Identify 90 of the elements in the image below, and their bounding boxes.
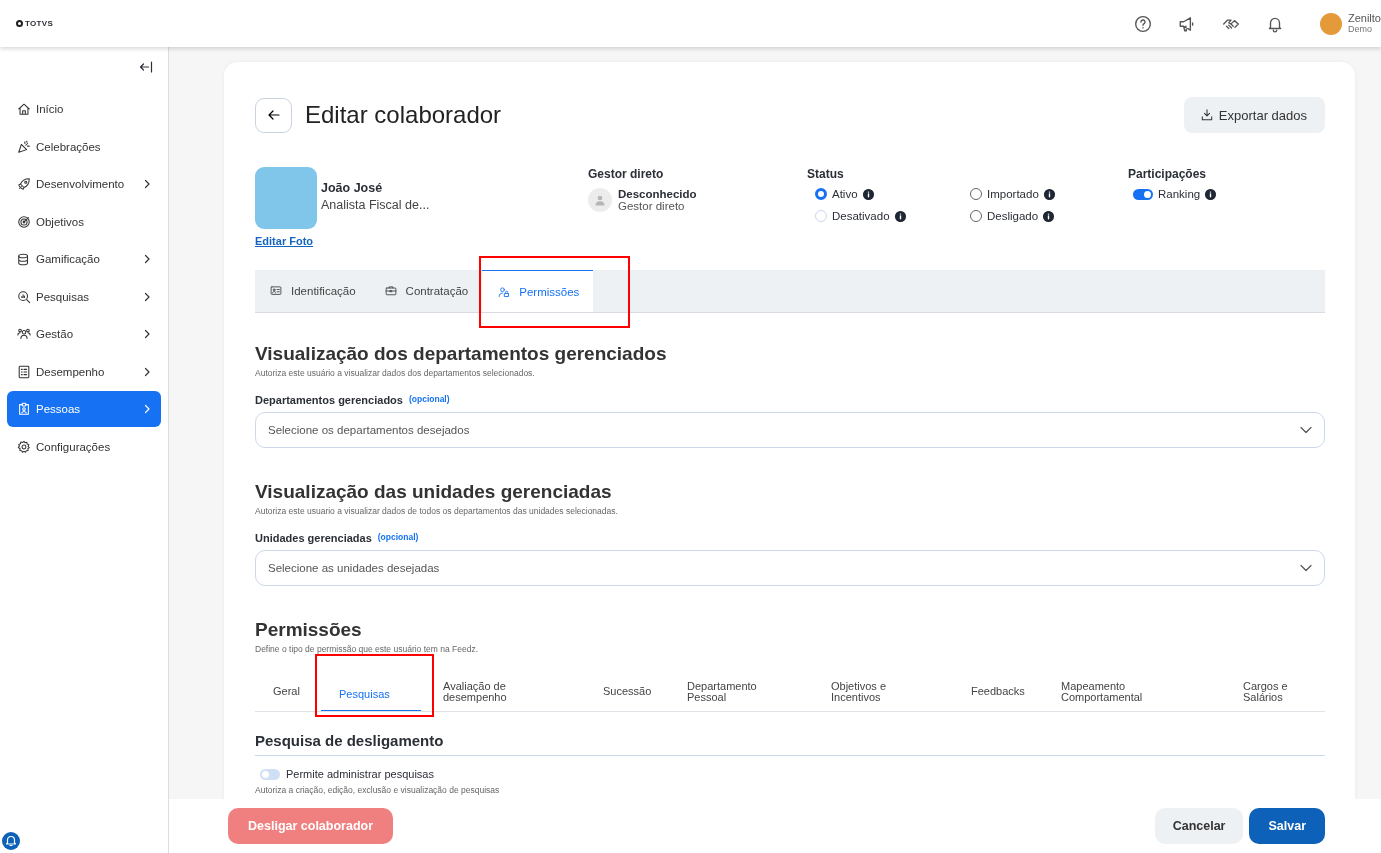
- sidebar-item[interactable]: Objetivos: [7, 203, 161, 240]
- chevron-down-icon: [1300, 426, 1312, 434]
- sidebar-item[interactable]: Pessoas: [7, 391, 161, 427]
- sidebar-item[interactable]: Desenvolvimento: [7, 166, 161, 202]
- info-icon: [1043, 188, 1055, 200]
- tab[interactable]: Pesquisas: [321, 672, 421, 711]
- info-icon: [862, 188, 874, 200]
- toggle-label: Permite administrar pesquisas: [286, 768, 434, 780]
- toggle-description: Autoriza a criação, edição, exclusão e visualização de pesquisas: [255, 785, 501, 795]
- section-description: Autoriza este usuário a visualizar dados dos departamentos selecionados.: [255, 368, 536, 378]
- sidebar-item[interactable]: Desempenho: [7, 353, 161, 390]
- tab[interactable]: Cargos e Salários: [1225, 672, 1325, 711]
- section-description: Define o tipo de permissão que este usuário tem na Feedz.: [255, 644, 480, 654]
- download-icon: [1199, 109, 1214, 121]
- field-label: Departamentos gerenciados: [255, 394, 403, 406]
- sidebar-item[interactable]: Configurações: [7, 428, 161, 465]
- search-icon: [17, 289, 31, 304]
- photo-placeholder: [255, 167, 317, 229]
- help-icon[interactable]: [1133, 14, 1152, 33]
- gear-icon: [17, 439, 31, 454]
- checklist-icon: [17, 364, 31, 379]
- optional-label: (opcional): [377, 532, 419, 542]
- logo-mark-icon: [16, 20, 23, 27]
- toggle-label: Ranking: [1158, 188, 1201, 200]
- info-icon: [1043, 210, 1055, 222]
- section-label: Gestor direto: [588, 167, 665, 181]
- tab[interactable]: Avaliação de desempenho: [425, 672, 525, 711]
- section-label: Status: [807, 167, 845, 181]
- tab[interactable]: Permissões: [482, 270, 594, 312]
- id-badge-icon: [17, 402, 31, 416]
- arrow-left-icon: [266, 109, 281, 121]
- manager-name: Desconhecido: [618, 188, 697, 200]
- tab[interactable]: Feedbacks: [953, 672, 1043, 711]
- tab[interactable]: Mapeamento Comportamental: [1043, 672, 1143, 711]
- subsection-title: Pesquisa de desligamento: [255, 732, 1325, 756]
- section-title: Visualização das unidades gerenciadas: [255, 481, 613, 503]
- radio-label: Importado: [987, 188, 1039, 200]
- user-name: Zenilto: [1347, 13, 1381, 24]
- target-icon: [17, 214, 31, 229]
- sidebar-item[interactable]: Pesquisas: [7, 278, 161, 315]
- tab[interactable]: Contratação: [369, 270, 483, 312]
- rocket-icon: [17, 177, 31, 191]
- tab[interactable]: Sucessão: [585, 672, 669, 711]
- edit-photo-link[interactable]: Editar Foto: [255, 235, 314, 247]
- user-role: Demo: [1347, 24, 1373, 34]
- section-label: Participações: [1128, 167, 1208, 181]
- dropdown-field[interactable]: Selecione os departamentos desejados: [255, 412, 1325, 448]
- briefcase-icon: [383, 285, 398, 297]
- info-icon: [894, 210, 906, 222]
- info-icon: [1205, 188, 1217, 200]
- tab[interactable]: Objetivos e Incentivos: [813, 672, 913, 711]
- notification-bell-icon[interactable]: [1, 831, 21, 851]
- user-lock-icon: [497, 285, 512, 298]
- collapse-sidebar-icon[interactable]: [139, 61, 153, 73]
- employee-role: Analista Fiscal de...: [321, 198, 430, 212]
- toggle-switch[interactable]: [1133, 188, 1153, 200]
- section-description: Autoriza este usuario a visualizar dados de todos os departamentos das unidades selecionadas.: [255, 506, 619, 516]
- section-title: Permissões: [255, 619, 363, 641]
- people-icon: [17, 327, 31, 341]
- tab[interactable]: Departamento Pessoal: [669, 672, 769, 711]
- back-button[interactable]: [255, 97, 292, 133]
- sidebar-item[interactable]: Gamificação: [7, 241, 161, 277]
- coin-stack-icon: [17, 252, 31, 266]
- id-card-icon: [269, 285, 283, 297]
- avatar-placeholder: [588, 188, 612, 212]
- employee-name: João José: [321, 181, 384, 195]
- house-icon: [17, 102, 31, 116]
- tab[interactable]: Identificação: [255, 270, 370, 312]
- optional-label: (opcional): [408, 394, 450, 404]
- radio-label: Ativo: [832, 188, 858, 200]
- sidebar-item[interactable]: Início: [7, 91, 161, 127]
- party-popper-icon: [17, 139, 31, 154]
- field-label: Unidades gerenciadas: [255, 532, 372, 544]
- export-button[interactable]: Exportar dados: [1183, 97, 1325, 133]
- tab[interactable]: Geral: [255, 672, 321, 711]
- radio-button[interactable]: [815, 188, 827, 200]
- section-title: Visualização dos departamentos gerenciados: [255, 343, 668, 365]
- toggle-switch[interactable]: [260, 768, 280, 780]
- megaphone-icon[interactable]: [1177, 14, 1196, 33]
- page-title: Editar colaborador: [305, 101, 502, 129]
- save-button[interactable]: Salvar: [1249, 808, 1325, 844]
- chevron-down-icon: [1300, 564, 1312, 572]
- sidebar-item[interactable]: Gestão: [7, 316, 161, 352]
- radio-label: Desligado: [987, 210, 1039, 222]
- manager-role: Gestor direto: [618, 200, 686, 212]
- dropdown-field[interactable]: Selecione as unidades desejadas: [255, 550, 1325, 586]
- cancel-button[interactable]: Cancelar: [1154, 808, 1244, 844]
- radio-label: Desativado: [832, 210, 890, 222]
- logo-text: TOTVS: [25, 19, 54, 28]
- sidebar-item[interactable]: Celebrações: [7, 128, 161, 165]
